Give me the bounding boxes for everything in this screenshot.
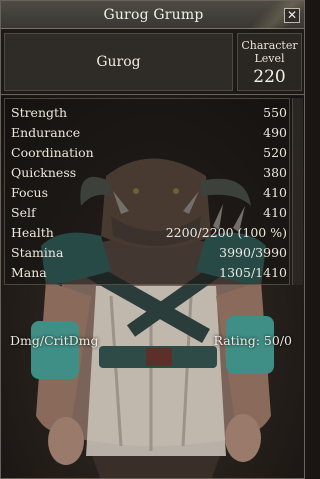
close-icon: ✕ [286,8,298,22]
stat-value: 1305/1410 [219,265,287,280]
stat-value: 380 [263,165,287,180]
window-title: Gurog Grump [103,6,204,23]
level-label: Character Level [238,39,301,65]
stat-value: 490 [263,125,287,140]
stat-row-self: Self 410 [5,203,291,223]
stat-value: 520 [263,145,287,160]
stat-label: Coordination [11,145,94,160]
stat-row-mana: Mana 1305/1410 [5,263,291,283]
stat-label: Mana [11,265,47,280]
level-value: 220 [253,67,286,87]
title-bar[interactable]: Gurog Grump ✕ [1,1,304,29]
stat-label: Self [11,205,36,220]
stat-row-stamina: Stamina 3990/3990 [5,243,291,263]
stat-value: 2200/2200 (100 %) [165,225,287,240]
stat-row-health: Health 2200/2200 (100 %) [5,223,291,243]
close-button[interactable]: ✕ [284,8,300,23]
stat-row-focus: Focus 410 [5,183,291,203]
stat-label: Endurance [11,125,81,140]
stat-row-coordination: Coordination 520 [5,143,291,163]
stat-value: 3990/3990 [219,245,287,260]
level-label-line2: Level [254,52,285,65]
stat-label: Strength [11,105,68,120]
character-level-box: Character Level 220 [237,33,302,91]
stat-row-quickness: Quickness 380 [5,163,291,183]
character-window: Gurog Grump ✕ Gurog Character Level 220 [0,0,305,479]
stats-scrollbar[interactable] [292,98,303,285]
stat-value: 410 [263,205,287,220]
stat-label: Stamina [11,245,64,260]
stat-label: Quickness [11,165,77,180]
stat-label: Health [11,225,54,240]
level-label-line1: Character [241,39,298,52]
stat-row-strength: Strength 550 [5,103,291,123]
damage-row: Dmg/CritDmg Rating: 50/0 [1,331,304,351]
stat-value: 550 [263,105,287,120]
character-name: Gurog [96,54,141,70]
character-name-box: Gurog [4,33,233,91]
stat-row-endurance: Endurance 490 [5,123,291,143]
stat-label: Focus [11,185,48,200]
damage-rating: Rating: 50/0 [213,333,292,348]
character-header: Gurog Character Level 220 [1,29,304,95]
damage-label: Dmg/CritDmg [10,333,99,348]
stat-value: 410 [263,185,287,200]
stats-panel: Strength 550 Endurance 490 Coordination … [4,98,290,285]
